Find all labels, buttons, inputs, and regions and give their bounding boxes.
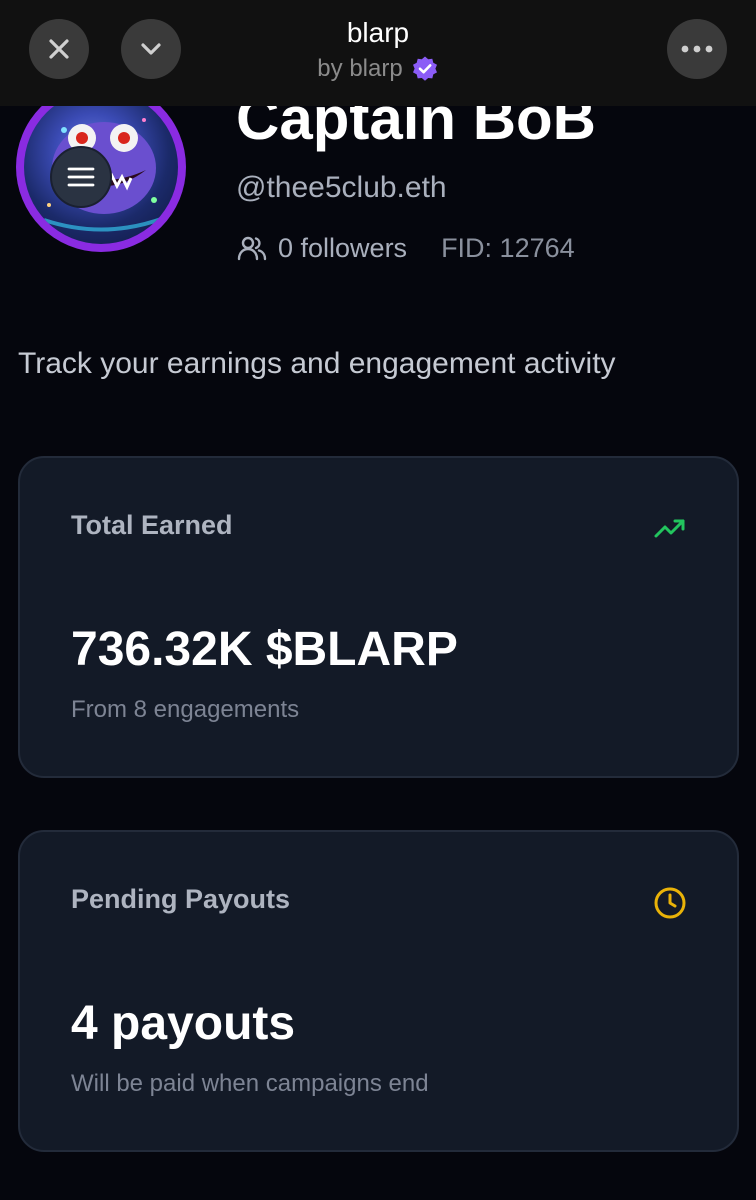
- app-subtitle: by blarp: [317, 52, 438, 86]
- total-earned-value: 736.32K $BLARP: [71, 623, 458, 676]
- followers-count[interactable]: 0 followers: [236, 230, 407, 266]
- profile-name: Captain BoB: [236, 106, 596, 152]
- app-title-block: blarp by blarp: [0, 14, 756, 86]
- app-top-bar: blarp by blarp: [0, 0, 756, 106]
- pending-payouts-label: Pending Payouts: [71, 884, 291, 914]
- menu-button[interactable]: [50, 146, 112, 208]
- total-earned-subtext: From 8 engagements: [71, 696, 300, 723]
- users-icon: [237, 236, 267, 261]
- total-earned-label: Total Earned: [71, 510, 233, 540]
- clock-icon: [654, 887, 686, 919]
- fid-label: FID: 12764: [441, 233, 575, 263]
- more-horizontal-icon: [681, 45, 713, 53]
- followers-label: 0 followers: [278, 233, 408, 263]
- profile-handle: @thee5club.eth: [236, 171, 447, 204]
- page-tagline: Track your earnings and engagement activ…: [18, 347, 616, 380]
- trending-up-icon: [654, 519, 685, 538]
- verified-badge-icon: [412, 56, 437, 81]
- hamburger-menu-icon: [67, 167, 95, 187]
- app-author: by blarp: [317, 55, 403, 82]
- app-title: blarp: [346, 17, 410, 48]
- pending-payouts-subtext: Will be paid when campaigns end: [71, 1070, 429, 1097]
- profile-stats: 0 followers FID: 12764: [236, 230, 575, 266]
- profile-avatar[interactable]: [16, 106, 186, 252]
- more-options-button[interactable]: [667, 19, 727, 79]
- pending-payouts-value: 4 payouts: [71, 997, 296, 1050]
- pending-payouts-card: Pending Payouts 4 payouts Will be paid w…: [18, 830, 739, 1152]
- total-earned-card: Total Earned 736.32K $BLARP From 8 engag…: [18, 456, 739, 778]
- page-content: Captain BoB @thee5club.eth 0 followers F…: [0, 106, 756, 1200]
